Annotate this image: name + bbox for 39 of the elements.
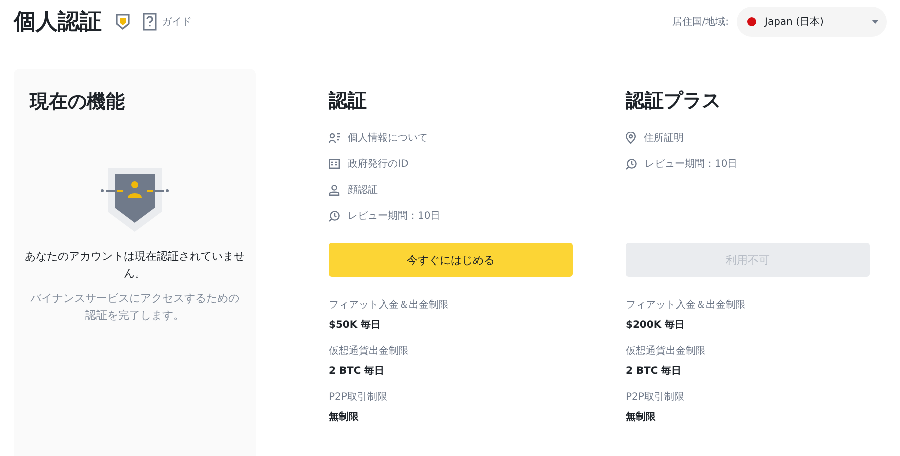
limit-label: P2P取引制限 <box>626 391 686 405</box>
limit-label: P2P取引制限 <box>329 391 388 405</box>
limit-value: $50K 毎日 <box>329 319 382 333</box>
id-card-icon <box>329 159 340 169</box>
limit-label: 仮想通貨出金制限 <box>626 345 707 359</box>
limit-value: 2 BTC 毎日 <box>626 365 683 379</box>
requirement-text: 個人情報について <box>348 132 428 145</box>
guide-link[interactable]: ガイド <box>162 15 192 29</box>
card-title: 現在の機能 <box>30 90 125 115</box>
limit-value: 無制限 <box>626 411 657 425</box>
limit-value: 2 BTC 毎日 <box>329 365 386 379</box>
requirement-text: 住所証明 <box>644 132 684 145</box>
verification-badge-drawing <box>101 168 169 232</box>
caret-icon <box>872 20 879 24</box>
limit-value: 無制限 <box>329 411 360 425</box>
limit-label: フィアット入金＆出金制限 <box>329 299 450 313</box>
page-title: 個人認証 <box>14 9 102 37</box>
flag-icon <box>747 17 757 27</box>
requirement-text: レビュー期間：10日 <box>645 158 738 171</box>
limit-label: フィアット入金＆出金制限 <box>626 299 747 313</box>
location-pin-icon <box>626 132 636 144</box>
tier-title: 認証 <box>329 89 368 114</box>
hint-text: バイナンスサービスにアクセスするための認証を完了します。 <box>30 291 240 324</box>
clock-icon <box>626 158 637 170</box>
clock-icon <box>329 210 340 222</box>
requirement-text: レビュー期間：10日 <box>348 210 441 223</box>
residence-label: 居住国/地域: <box>672 16 729 29</box>
start-button[interactable]: 今すぐにはじめる <box>329 243 573 277</box>
requirement-text: 政府発行のID <box>348 158 409 171</box>
country-select[interactable]: Japan (日本) <box>737 7 887 37</box>
shield-icon[interactable] <box>116 14 130 30</box>
requirement-text: 顔認証 <box>348 184 378 197</box>
limit-label: 仮想通貨出金制限 <box>329 345 410 359</box>
person-info-icon <box>329 132 340 144</box>
person-icon <box>329 184 340 196</box>
help-icon[interactable] <box>142 13 158 31</box>
status-text: あなたのアカウントは現在認証されていません。 <box>24 249 246 282</box>
limit-value: $200K 毎日 <box>626 319 686 333</box>
tier-title: 認証プラス <box>626 89 722 114</box>
